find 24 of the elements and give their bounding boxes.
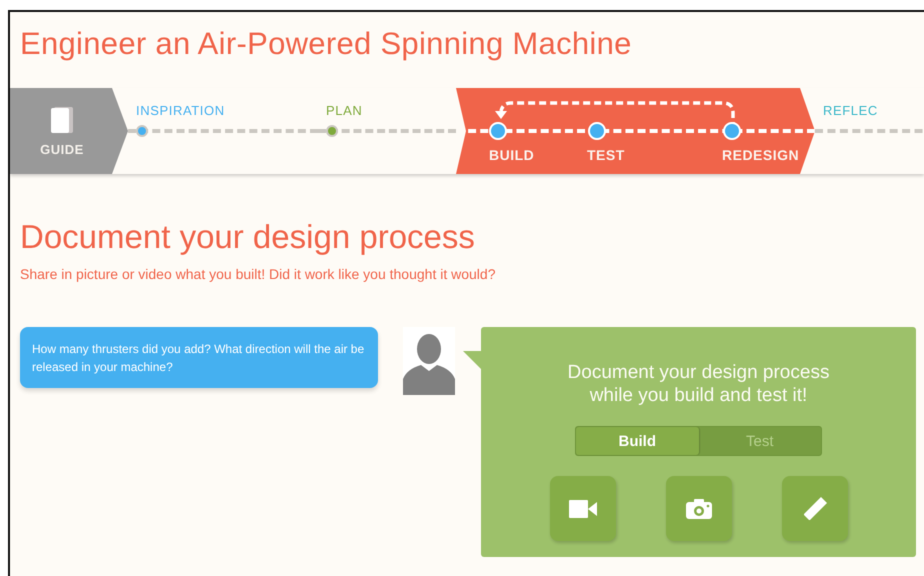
toggle-tab[interactable]: Test: [698, 427, 821, 455]
prompt-bubble: How many thrusters did you add? What direction will the air be released in your machine?: [20, 327, 378, 388]
avatar-icon: [403, 327, 455, 395]
step-label[interactable]: REDESIGN: [722, 147, 800, 163]
stage-label[interactable]: INSPIRATION: [136, 103, 225, 118]
section-heading: Document your design process: [19, 217, 476, 256]
page-title: Engineer an Air-Powered Spinning Machine: [19, 25, 633, 63]
section-subtitle: Share in picture or video what you built! Did it work like you thought it would?: [20, 266, 496, 282]
stage-label[interactable]: PLAN: [326, 103, 362, 118]
camera-icon: [686, 498, 712, 518]
stage-label[interactable]: REFLEC: [823, 103, 878, 118]
note-button[interactable]: [782, 476, 848, 541]
step-label[interactable]: TEST: [587, 147, 625, 163]
video-camera-icon: [568, 500, 596, 518]
step-dot: [489, 122, 507, 140]
step-dot: [723, 122, 741, 140]
panel-message: Document your design process while you build and test it!: [566, 361, 830, 407]
guide-button[interactable]: GUIDE: [10, 88, 128, 174]
photo-button[interactable]: [666, 476, 732, 541]
step-label[interactable]: BUILD: [489, 147, 534, 163]
toggle-tab[interactable]: Build: [576, 427, 698, 455]
video-button[interactable]: [550, 476, 616, 541]
step-dot: [588, 122, 606, 140]
book-icon: [50, 106, 74, 134]
